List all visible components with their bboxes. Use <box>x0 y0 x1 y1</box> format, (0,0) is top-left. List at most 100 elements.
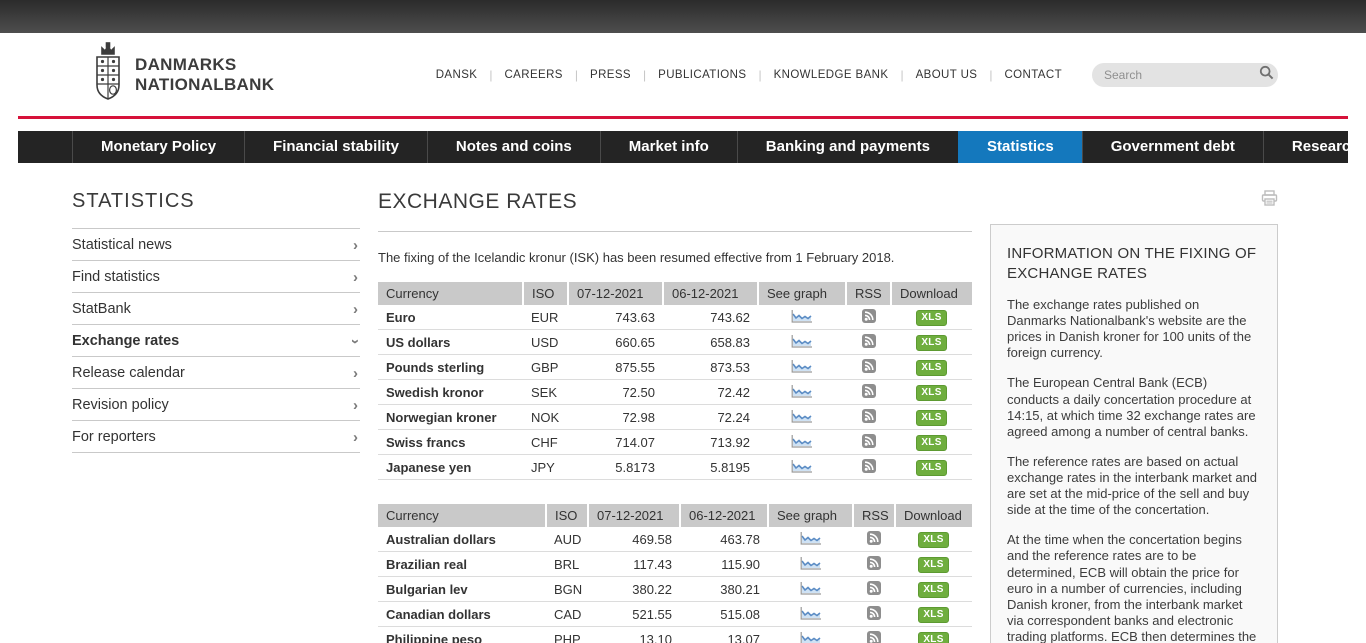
search-box[interactable] <box>1092 63 1278 87</box>
nav-item-monetary-policy[interactable]: Monetary Policy <box>72 131 244 163</box>
sidebar-item-label: Release calendar <box>72 365 185 381</box>
graph-icon[interactable] <box>791 459 813 476</box>
rate-previous-cell: 72.24 <box>663 405 758 430</box>
table-header-row: CurrencyISO07-12-202106-12-2021See graph… <box>378 282 972 305</box>
xls-download-button[interactable]: XLS <box>916 410 946 426</box>
rate-previous-cell: 115.90 <box>680 552 768 577</box>
rss-icon[interactable] <box>867 606 881 623</box>
rss-icon[interactable] <box>867 531 881 548</box>
graph-icon[interactable] <box>791 359 813 376</box>
sidebar-item-statistical-news[interactable]: Statistical news› <box>72 229 360 261</box>
rss-icon[interactable] <box>862 309 876 326</box>
sidebar-title: STATISTICS <box>72 190 360 229</box>
rss-cell <box>846 380 891 405</box>
utility-link-contact[interactable]: CONTACT <box>992 69 1074 81</box>
rss-icon[interactable] <box>867 581 881 598</box>
xls-download-button[interactable]: XLS <box>918 607 948 623</box>
info-paragraph: At the time when the concertation begins… <box>1007 532 1261 643</box>
graph-icon[interactable] <box>800 531 822 548</box>
xls-download-button[interactable]: XLS <box>916 360 946 376</box>
rss-icon[interactable] <box>862 434 876 451</box>
xls-download-button[interactable]: XLS <box>918 632 948 643</box>
search-icon[interactable] <box>1259 65 1274 85</box>
rss-icon[interactable] <box>862 384 876 401</box>
xls-download-button[interactable]: XLS <box>916 435 946 451</box>
sidebar-item-find-statistics[interactable]: Find statistics› <box>72 261 360 293</box>
rate-previous-cell: 13.07 <box>680 627 768 643</box>
utility-link-careers[interactable]: CAREERS <box>492 69 574 81</box>
currency-name-cell: Swiss francs <box>378 430 523 455</box>
xls-download-button[interactable]: XLS <box>916 460 946 476</box>
rss-icon[interactable] <box>867 631 881 643</box>
see-graph-cell <box>758 355 846 380</box>
utility-link-knowledge-bank[interactable]: KNOWLEDGE BANK <box>762 69 901 81</box>
nav-item-financial-stability[interactable]: Financial stability <box>244 131 427 163</box>
sidebar-item-revision-policy[interactable]: Revision policy› <box>72 389 360 421</box>
utility-link-publications[interactable]: PUBLICATIONS <box>646 69 758 81</box>
see-graph-cell <box>768 577 853 602</box>
nav-item-research[interactable]: Research <box>1263 131 1366 163</box>
info-paragraph: The reference rates are based on actual … <box>1007 454 1261 518</box>
xls-download-button[interactable]: XLS <box>918 582 948 598</box>
rss-cell <box>846 455 891 480</box>
graph-icon[interactable] <box>791 434 813 451</box>
download-cell: XLS <box>891 330 972 355</box>
rate-current-cell: 117.43 <box>588 552 680 577</box>
sidebar-menu: Statistical news›Find statistics›StatBan… <box>72 229 360 453</box>
graph-icon[interactable] <box>800 556 822 573</box>
utility-link-press[interactable]: PRESS <box>578 69 643 81</box>
graph-icon[interactable] <box>791 409 813 426</box>
nav-item-statistics[interactable]: Statistics <box>958 131 1082 163</box>
xls-download-button[interactable]: XLS <box>916 385 946 401</box>
rss-cell <box>846 355 891 380</box>
nav-item-government-debt[interactable]: Government debt <box>1082 131 1263 163</box>
iso-code-cell: JPY <box>523 455 568 480</box>
utility-link-dansk[interactable]: DANSK <box>424 69 490 81</box>
see-graph-cell <box>758 405 846 430</box>
sidebar-item-statbank[interactable]: StatBank› <box>72 293 360 325</box>
xls-download-button[interactable]: XLS <box>916 310 946 326</box>
graph-icon[interactable] <box>800 631 822 643</box>
column-header-06-12-2021: 06-12-2021 <box>663 282 758 305</box>
graph-icon[interactable] <box>791 334 813 351</box>
coat-of-arms-icon <box>90 42 127 107</box>
graph-icon[interactable] <box>800 581 822 598</box>
rates-tables: CurrencyISO07-12-202106-12-2021See graph… <box>378 282 972 643</box>
sidebar-item-for-reporters[interactable]: For reporters› <box>72 421 360 453</box>
nav-item-market-info[interactable]: Market info <box>600 131 737 163</box>
rss-icon[interactable] <box>862 334 876 351</box>
graph-icon[interactable] <box>800 606 822 623</box>
rss-icon[interactable] <box>862 359 876 376</box>
table-row: Norwegian kronerNOK72.9872.24XLS <box>378 405 972 430</box>
rss-icon[interactable] <box>867 556 881 573</box>
xls-download-button[interactable]: XLS <box>916 335 946 351</box>
nav-item-banking-and-payments[interactable]: Banking and payments <box>737 131 958 163</box>
rss-icon[interactable] <box>862 459 876 476</box>
printer-icon[interactable] <box>1261 190 1278 211</box>
nav-item-notes-and-coins[interactable]: Notes and coins <box>427 131 600 163</box>
rate-previous-cell: 873.53 <box>663 355 758 380</box>
rss-icon[interactable] <box>862 409 876 426</box>
column-header-see-graph: See graph <box>758 282 846 305</box>
xls-download-button[interactable]: XLS <box>918 532 948 548</box>
sidebar-item-release-calendar[interactable]: Release calendar› <box>72 357 360 389</box>
rate-current-cell: 13.10 <box>588 627 680 643</box>
rate-previous-cell: 658.83 <box>663 330 758 355</box>
sidebar-item-label: Revision policy <box>72 397 169 413</box>
table-row: US dollarsUSD660.65658.83XLS <box>378 330 972 355</box>
iso-code-cell: GBP <box>523 355 568 380</box>
brand-logo[interactable]: DANMARKS NATIONALBANK <box>90 42 274 107</box>
see-graph-cell <box>768 552 853 577</box>
chevron-right-icon: › <box>353 430 358 445</box>
iso-code-cell: EUR <box>523 305 568 330</box>
xls-download-button[interactable]: XLS <box>918 557 948 573</box>
graph-icon[interactable] <box>791 384 813 401</box>
rss-cell <box>853 627 895 643</box>
graph-icon[interactable] <box>791 309 813 326</box>
sidebar-item-exchange-rates[interactable]: Exchange rates› <box>72 325 360 357</box>
currency-name-cell: Australian dollars <box>378 527 546 552</box>
utility-link-about-us[interactable]: ABOUT US <box>904 69 990 81</box>
iso-code-cell: NOK <box>523 405 568 430</box>
search-input[interactable] <box>1104 68 1259 82</box>
column-header-download: Download <box>891 282 972 305</box>
